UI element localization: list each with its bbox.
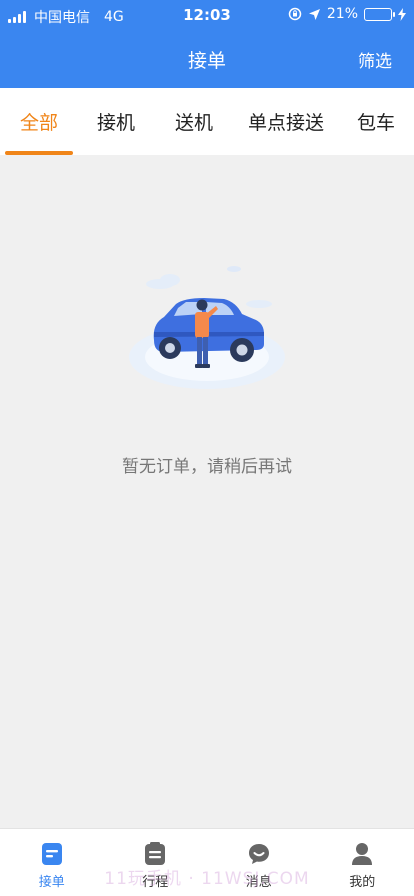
message-icon	[246, 841, 272, 867]
filter-button[interactable]: 筛选	[358, 47, 392, 72]
status-right: 21%	[288, 6, 406, 22]
battery-percent: 21%	[326, 6, 358, 22]
tabbar-label-orders: 接单	[38, 875, 65, 890]
tab-point-transfer[interactable]: 单点接送	[240, 88, 332, 155]
tabbar-item-trips[interactable]: 行程	[104, 829, 208, 896]
tab-all[interactable]: 全部	[5, 88, 73, 155]
page-title: 接单	[187, 50, 226, 72]
bottom-tab-bar: 接单 行程 消息 我的	[0, 828, 414, 896]
charging-bolt-icon	[398, 7, 406, 21]
location-arrow-icon	[308, 8, 320, 20]
tabbar-item-messages[interactable]: 消息	[207, 829, 311, 896]
status-bar: 中国电信 4G 12:03 21%	[0, 0, 414, 30]
battery-icon	[364, 7, 395, 21]
car-with-person-illustration	[129, 266, 285, 389]
tabbar-item-profile[interactable]: 我的	[311, 829, 414, 896]
category-tabs: 全部 接机 送机 单点接送 包车	[0, 88, 414, 155]
profile-icon	[349, 841, 375, 867]
tabbar-label-messages: 消息	[245, 875, 272, 890]
network-label: 4G	[104, 9, 124, 25]
status-left: 中国电信 4G	[8, 7, 124, 27]
tab-airport-dropoff[interactable]: 送机	[160, 88, 228, 155]
tab-airport-pickup[interactable]: 接机	[82, 88, 150, 155]
signal-icon	[8, 11, 26, 23]
empty-state-illustration	[124, 262, 290, 392]
tabbar-label-trips: 行程	[142, 875, 169, 890]
active-tab-indicator	[5, 151, 73, 155]
trip-icon	[142, 841, 168, 867]
app-header: 中国电信 4G 12:03 21% 接单 筛选	[0, 0, 414, 88]
carrier-label: 中国电信	[34, 10, 90, 26]
tabbar-item-orders[interactable]: 接单	[0, 829, 104, 896]
empty-state-message: 暂无订单，请稍后再试	[122, 457, 292, 477]
tabbar-label-profile: 我的	[349, 875, 376, 890]
tab-charter[interactable]: 包车	[345, 88, 407, 155]
order-icon	[39, 841, 65, 867]
rotation-lock-icon	[288, 7, 302, 21]
